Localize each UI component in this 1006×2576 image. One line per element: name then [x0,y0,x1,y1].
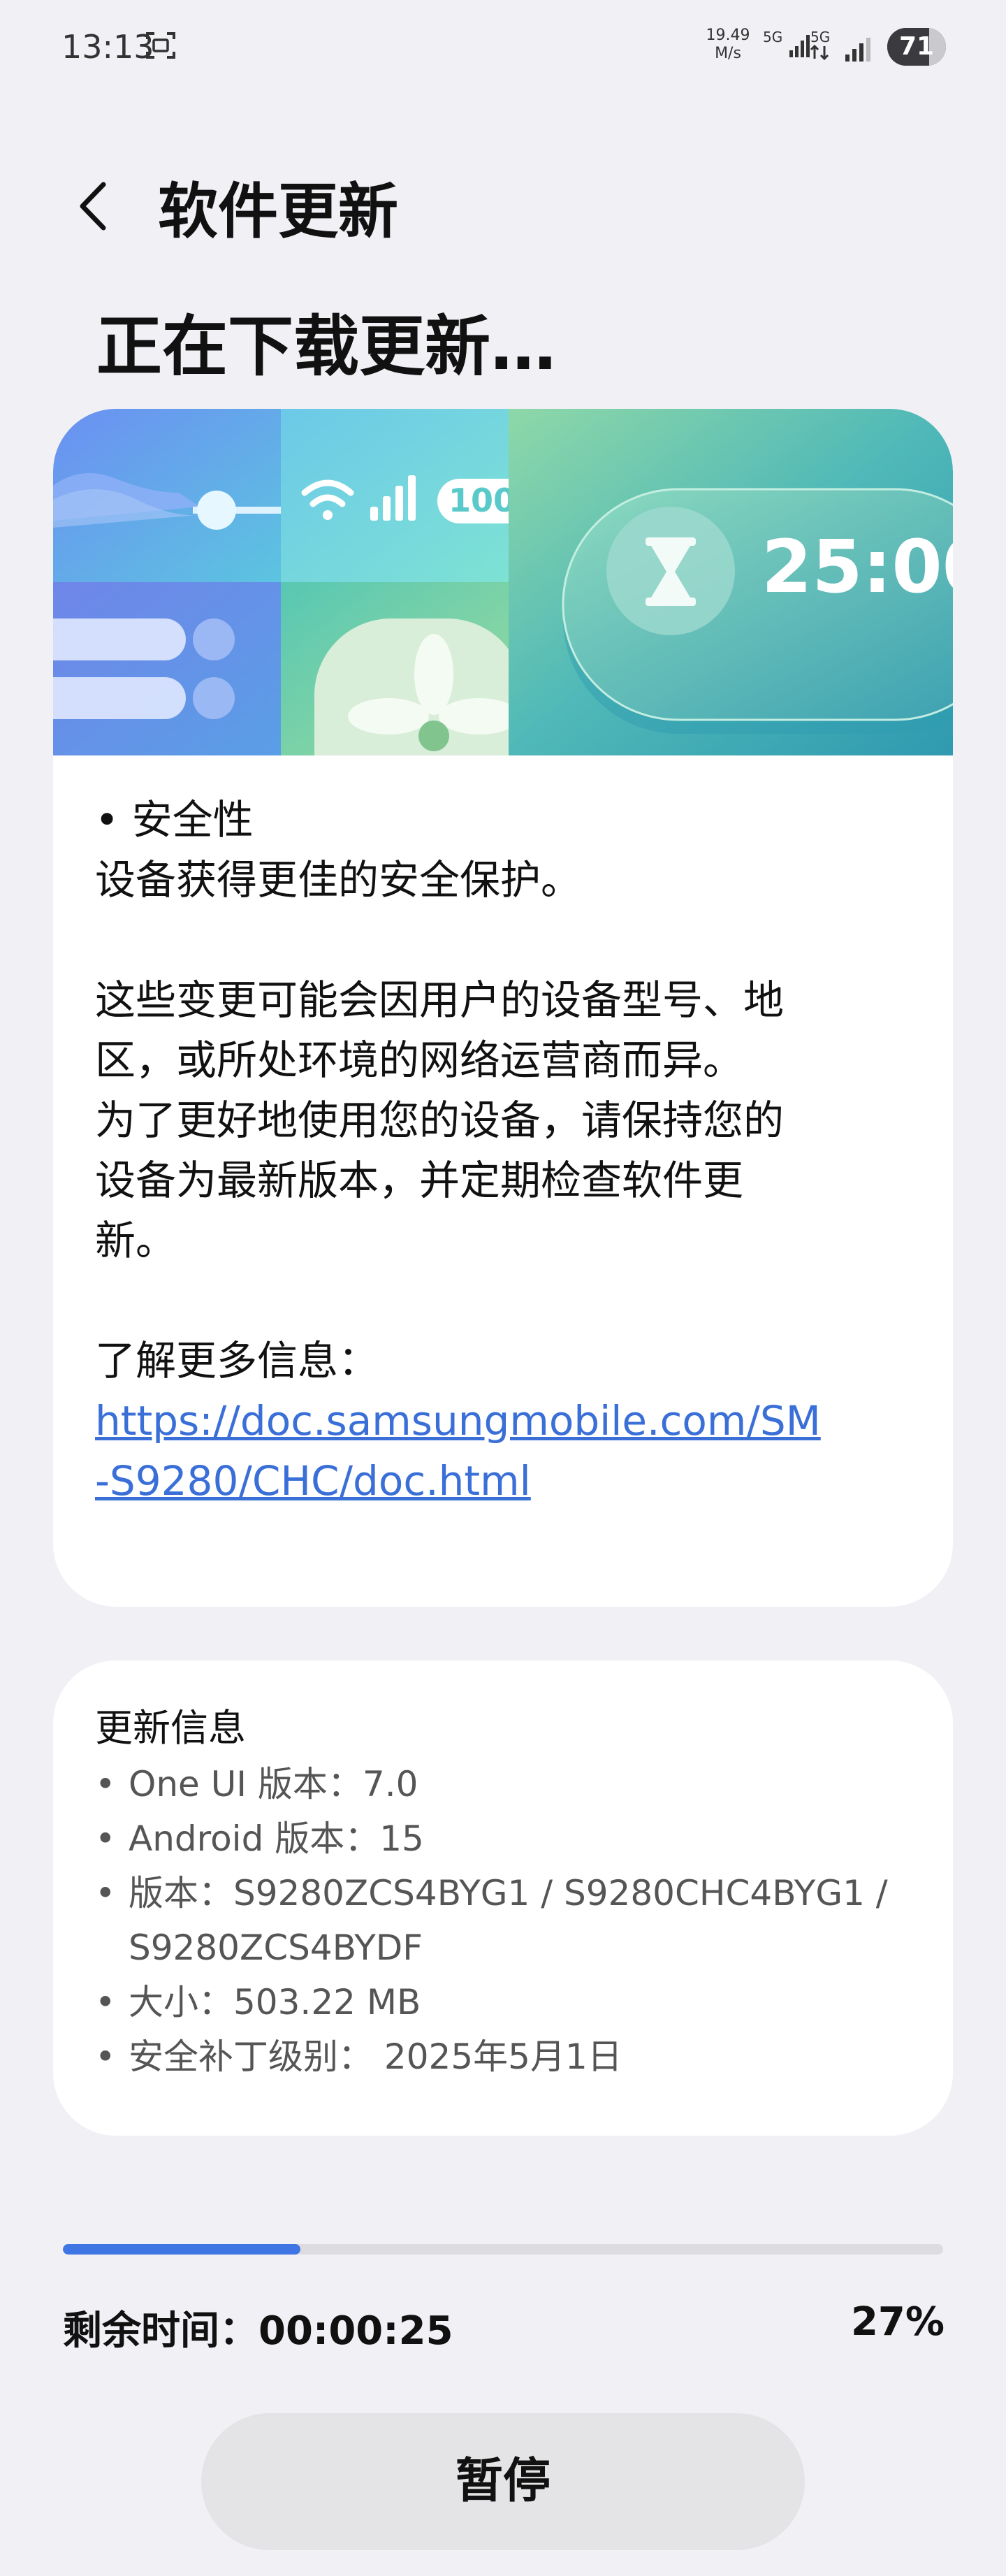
link-line[interactable]: -S9280/CHC/doc.html [95,1457,531,1505]
android-version: Android 版本：15 [129,1818,424,1859]
list-item: • One UI 版本：7.0 [95,1757,926,1811]
bullet: • [95,1982,116,2023]
network-speed-unit: M/s [715,45,741,62]
update-info-title: 更新信息 [95,1706,246,1750]
one-ui-version: One UI 版本：7.0 [129,1764,418,1804]
network-speed-value: 19.49 [706,27,750,44]
download-progress-bar [63,2244,943,2255]
link-line[interactable]: https://doc.samsungmobile.com/SM [95,1397,821,1445]
pause-button[interactable]: 暂停 [201,2413,805,2550]
svg-text:5G: 5G [810,29,830,45]
notes-spacer [95,910,919,970]
notes-line: 新。 [95,1217,177,1264]
notes-line: 设备为最新版本，并定期检查软件更 [95,1157,744,1204]
list-item: • Android 版本：15 [95,1811,926,1866]
status-time: 13:13 [61,28,154,66]
download-size: 大小：503.22 MB [129,1982,421,2023]
list-item: • 版本：S9280ZCS4BYG1 / S9280CHC4BYG1 / S92… [95,1866,926,1975]
svg-text:25:00: 25:00 [761,524,953,609]
list-item: • 安全补丁级别： 2025年5月1日 [95,2029,926,2084]
bullet: • [95,1764,116,1804]
status-bar: 13:13 19.49 M/s 5G 5G 71 [0,0,1006,98]
download-progress-fill [63,2244,301,2255]
notes-spacer [95,1271,919,1331]
battery-level: 71 [898,32,935,61]
svg-text:100: 100 [449,482,516,519]
bullet: • [95,2036,116,2077]
bullet: • [95,1873,116,1913]
notes-line: 为了更好地使用您的设备，请保持您的 [95,1097,785,1144]
svg-text:5G: 5G [763,29,782,45]
pause-button-label: 暂停 [455,2454,551,2509]
list-item: • 大小：503.22 MB [95,1975,926,2029]
page-title: 软件更新 [158,177,398,247]
security-patch-level: 安全补丁级别： 2025年5月1日 [129,2036,622,2077]
battery-indicator: 71 [887,28,946,66]
progress-percent: 27% [850,2299,945,2345]
signal-5g-icon: 5G [763,29,810,57]
back-button[interactable] [70,175,119,238]
notes-line: 区，或所处环境的网络运营商而异。 [95,1036,744,1084]
signal-icon [845,38,870,61]
release-notes-link[interactable]: https://doc.samsungmobile.com/SM -S9280/… [95,1391,919,1511]
download-status-heading: 正在下载更新… [96,309,557,385]
release-notes-text: • 安全性 设备获得更佳的安全保护。 这些变更可能会因用户的设备型号、地 区，或… [95,790,919,1511]
chevron-left-icon [80,182,106,231]
notes-line: • 安全性 [95,796,254,844]
update-info-card: 更新信息 • One UI 版本：7.0 • Android 版本：15 • 版… [53,1660,953,2136]
release-notes-card: 100 25:00 • 安全性 设备获得更佳的安全保护。 这些变更可能 [53,409,953,1607]
notes-line: 了解更多信息： [95,1337,379,1384]
build-version: 版本：S9280ZCS4BYG1 / S9280CHC4BYG1 / S9280… [129,1873,888,1968]
screen-record-icon [146,32,175,59]
notes-line: 这些变更可能会因用户的设备型号、地 [95,976,785,1024]
bullet: • [95,1818,116,1859]
update-info-list: • One UI 版本：7.0 • Android 版本：15 • 版本：S92… [95,1757,926,2084]
feature-banner: 100 25:00 [53,409,953,755]
notes-line: 设备获得更佳的安全保护。 [95,856,582,904]
time-remaining: 剩余时间：00:00:25 [63,2308,453,2354]
network-speed: 19.49 M/s [706,27,750,63]
